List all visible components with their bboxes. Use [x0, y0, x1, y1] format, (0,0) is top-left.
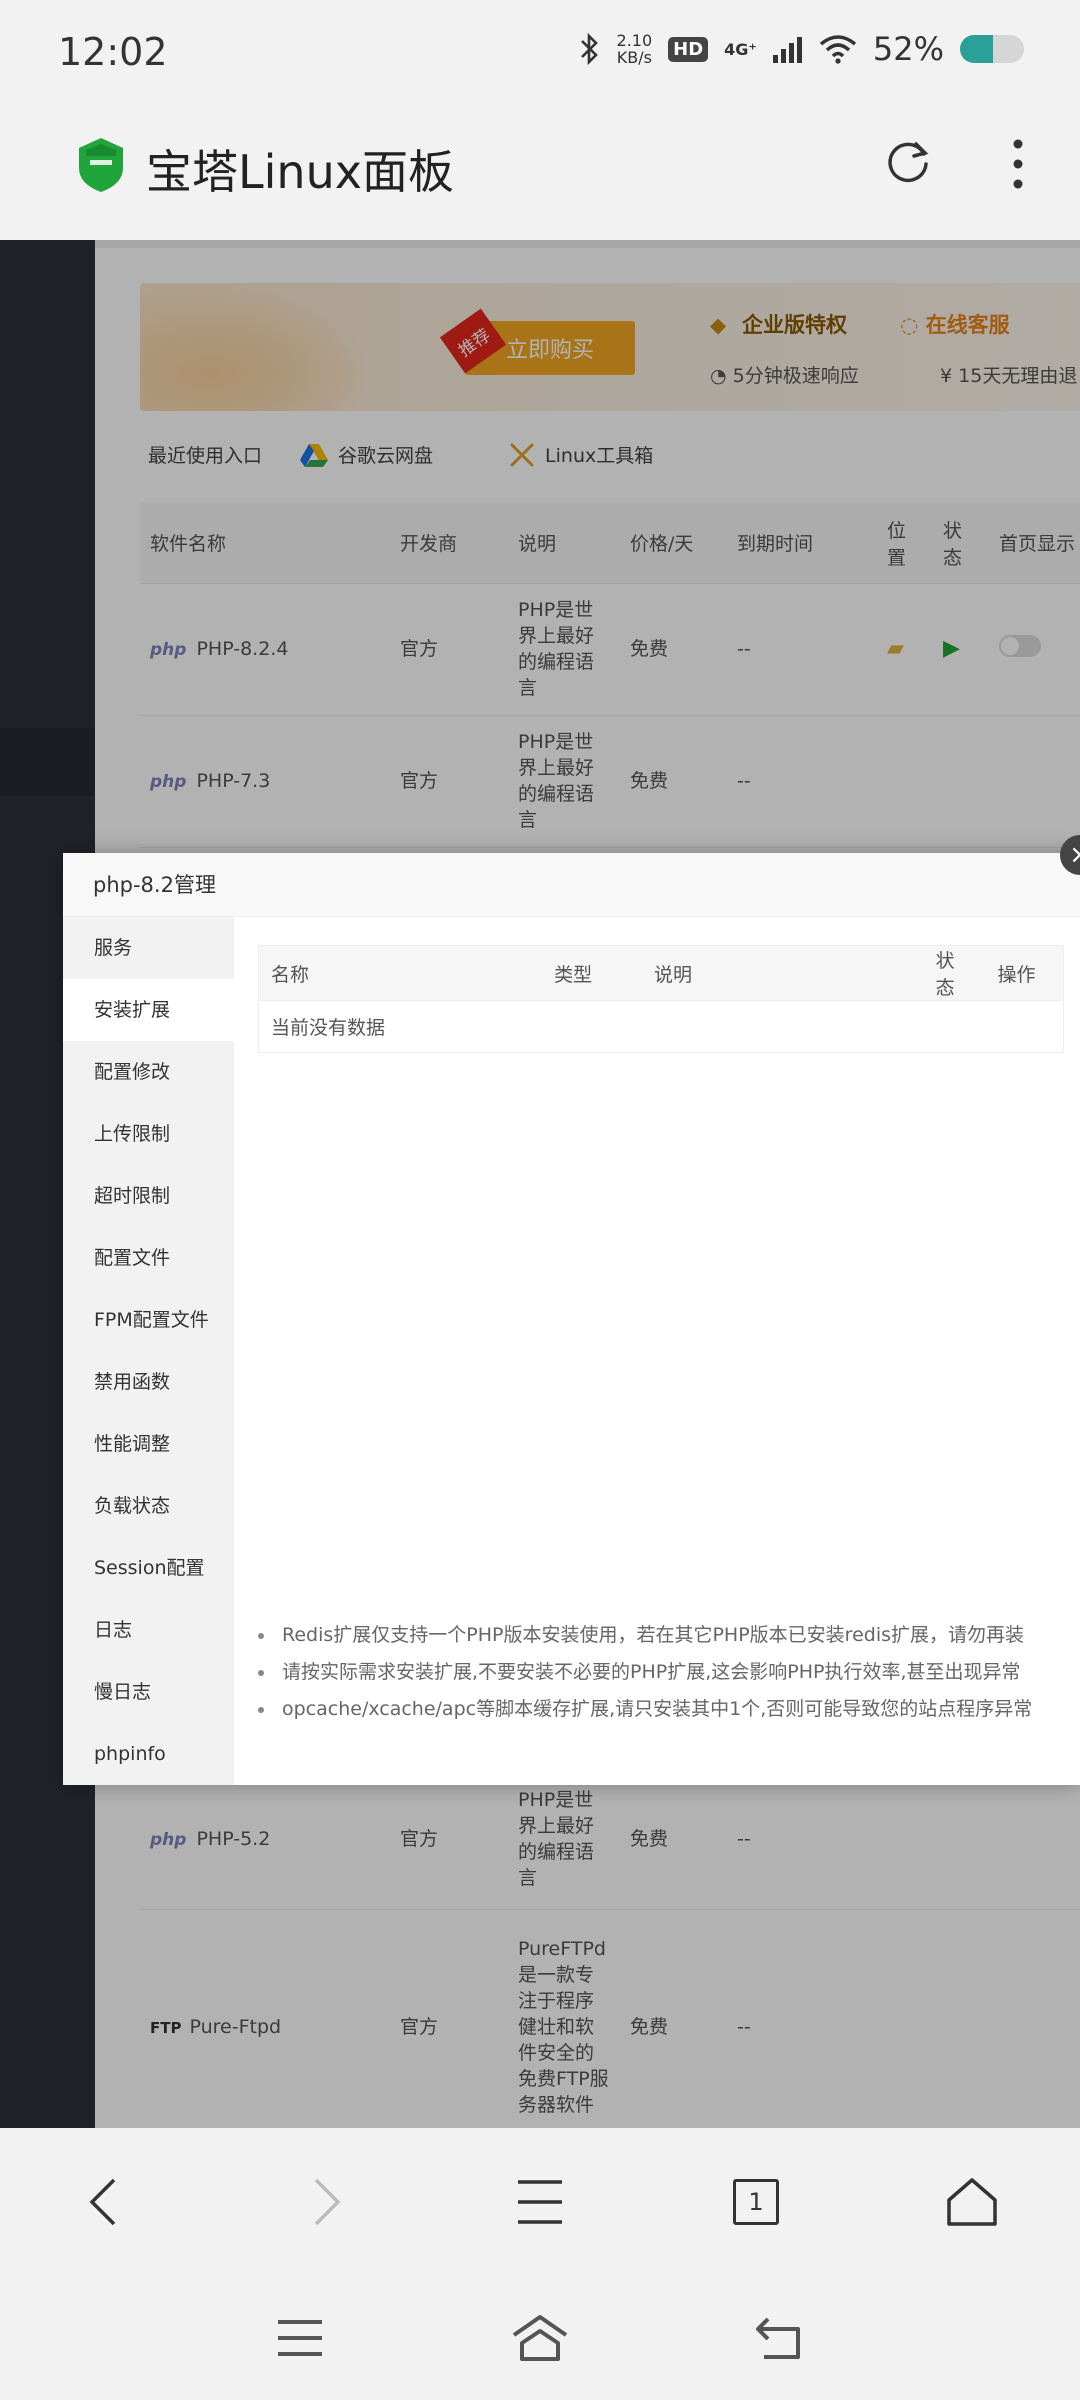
empty-row: 当前没有数据 — [258, 1000, 1064, 1053]
nav-item-performance[interactable]: 性能调整 — [63, 1413, 234, 1475]
bullet — [258, 1632, 264, 1639]
extension-table: 名称 类型 说明 状态 操作 当前没有数据 — [258, 945, 1064, 1053]
recents-button[interactable] — [270, 2308, 330, 2368]
empty-message: 当前没有数据 — [258, 1000, 1064, 1053]
nav-item-config-file[interactable]: 配置文件 — [63, 1227, 234, 1289]
bullet — [258, 1669, 264, 1676]
nav-item-upload-limit[interactable]: 上传限制 — [63, 1103, 234, 1165]
system-back-icon — [756, 2317, 800, 2359]
nav-item-log[interactable]: 日志 — [63, 1599, 234, 1661]
recents-icon — [278, 2320, 322, 2356]
tip-text: opcache/xcache/apc等脚本缓存扩展,请只安装其中1个,否则可能导… — [282, 1698, 1033, 1720]
col-ext-type: 类型 — [542, 945, 642, 1001]
bullet — [258, 1706, 264, 1713]
status-bar: 12:02 2.10 KB/s HD 4G⁺ 52% — [0, 0, 1080, 108]
tip-text: 请按实际需求安装扩展,不要安装不必要的PHP扩展,这会影响PHP执行效率,甚至出… — [282, 1661, 1021, 1683]
col-ext-desc: 说明 — [641, 945, 924, 1001]
tip-item: opcache/xcache/apc等脚本缓存扩展,请只安装其中1个,否则可能导… — [258, 1691, 1058, 1728]
tabs-button[interactable]: 1 — [720, 2166, 792, 2238]
battery-icon — [960, 35, 1024, 63]
nav-item-fpm-config[interactable]: FPM配置文件 — [63, 1289, 234, 1351]
menu-button[interactable] — [504, 2166, 576, 2238]
system-home-icon — [512, 2315, 568, 2361]
home-icon — [947, 2178, 997, 2226]
system-nav-bar — [0, 2276, 1080, 2400]
chevron-left-icon — [89, 2178, 116, 2226]
nav-item-timeout-limit[interactable]: 超时限制 — [63, 1165, 234, 1227]
nav-item-load-status[interactable]: 负载状态 — [63, 1475, 234, 1537]
forward-button[interactable] — [290, 2166, 362, 2238]
col-ext-status: 状态 — [923, 945, 986, 1001]
tip-text: Redis扩展仅支持一个PHP版本安装使用，若在其它PHP版本已安装redis扩… — [282, 1624, 1025, 1646]
nav-item-service[interactable]: 服务 — [63, 917, 234, 979]
signal-icon — [772, 37, 802, 63]
system-home-button[interactable] — [510, 2308, 570, 2368]
refresh-icon[interactable] — [880, 134, 936, 190]
bluetooth-icon — [580, 32, 598, 66]
status-time: 12:02 — [58, 30, 168, 74]
battery-percent: 52% — [872, 30, 944, 68]
system-back-button[interactable] — [750, 2308, 810, 2368]
app-title: 宝塔Linux面板 — [146, 145, 454, 199]
more-vertical-icon[interactable] — [1000, 134, 1036, 194]
nav-item-disabled-functions[interactable]: 禁用函数 — [63, 1351, 234, 1413]
php-manage-dialog: php-8.2管理 服务 安装扩展 配置修改 上传限制 超时限制 配置文件 FP… — [63, 853, 1080, 1785]
bt-logo-icon — [79, 138, 123, 192]
chevron-right-icon — [314, 2178, 341, 2226]
hd-badge: HD — [668, 36, 709, 62]
wifi-icon — [819, 35, 856, 64]
app-bar: 宝塔Linux面板 — [0, 108, 1080, 240]
col-ext-name: 名称 — [258, 945, 543, 1001]
tip-item: Redis扩展仅支持一个PHP版本安装使用，若在其它PHP版本已安装redis扩… — [258, 1617, 1058, 1654]
nav-item-slow-log[interactable]: 慢日志 — [63, 1661, 234, 1723]
menu-icon — [518, 2180, 562, 2224]
screen: 12:02 2.10 KB/s HD 4G⁺ 52% 宝塔Linux面板 立即购… — [0, 0, 1080, 2400]
dialog-title: php-8.2管理 — [63, 853, 1080, 917]
speed-unit: KB/s — [616, 48, 652, 67]
extension-table-header: 名称 类型 说明 状态 操作 — [258, 945, 1064, 1001]
nav-item-session-config[interactable]: Session配置 — [63, 1537, 234, 1599]
network-speed: 2.10 KB/s — [617, 32, 653, 66]
tip-item: 请按实际需求安装扩展,不要安装不必要的PHP扩展,这会影响PHP执行效率,甚至出… — [258, 1654, 1058, 1691]
back-button[interactable] — [68, 2166, 140, 2238]
speed-value: 2.10 — [616, 31, 653, 50]
home-button[interactable] — [936, 2166, 1008, 2238]
nav-item-install-extension[interactable]: 安装扩展 — [63, 979, 234, 1041]
nav-item-phpinfo[interactable]: phpinfo — [63, 1723, 234, 1785]
battery-fill — [960, 35, 994, 63]
network-type: 4G⁺ — [724, 39, 757, 59]
status-icons: 2.10 KB/s HD 4G⁺ 52% — [579, 30, 1024, 68]
nav-item-config-edit[interactable]: 配置修改 — [63, 1041, 234, 1103]
tab-count-icon: 1 — [733, 2179, 779, 2225]
col-ext-action: 操作 — [985, 945, 1064, 1001]
dialog-nav: 服务 安装扩展 配置修改 上传限制 超时限制 配置文件 FPM配置文件 禁用函数… — [63, 917, 234, 1785]
dialog-body: 名称 类型 说明 状态 操作 当前没有数据 Redis扩展仅支持一个PHP版本安… — [234, 917, 1080, 1785]
browser-toolbar: 1 — [0, 2128, 1080, 2276]
tips-list: Redis扩展仅支持一个PHP版本安装使用，若在其它PHP版本已安装redis扩… — [258, 1617, 1058, 1728]
